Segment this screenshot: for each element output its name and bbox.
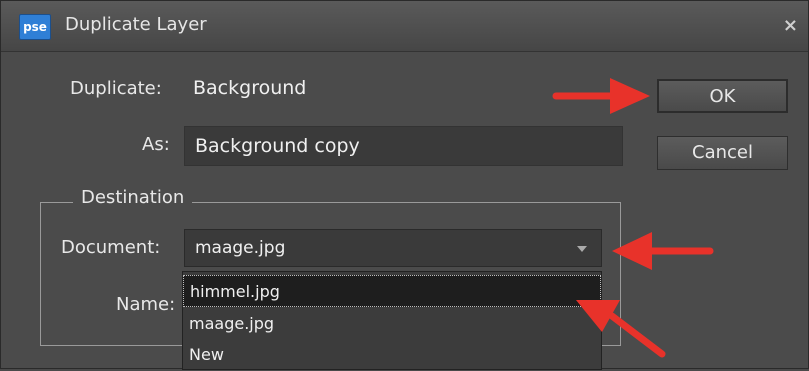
- duplicate-label: Duplicate:: [70, 78, 162, 99]
- dialog-title: Duplicate Layer: [65, 14, 207, 35]
- dropdown-option-himmel[interactable]: himmel.jpg: [183, 275, 601, 307]
- dropdown-option-new[interactable]: New: [183, 339, 601, 371]
- arrow-to-document-select-icon: [612, 232, 714, 270]
- document-selected-value: maage.jpg: [195, 238, 286, 258]
- title-bar: pse Duplicate Layer ×: [1, 1, 808, 52]
- as-field[interactable]: [184, 126, 623, 166]
- app-icon: pse: [19, 14, 51, 40]
- arrow-to-ok-icon: [552, 78, 650, 114]
- chevron-down-icon[interactable]: [577, 246, 587, 252]
- destination-legend: Destination: [73, 187, 193, 208]
- cancel-button[interactable]: Cancel: [657, 136, 788, 170]
- as-input[interactable]: [185, 127, 622, 165]
- document-select[interactable]: maage.jpg: [184, 229, 602, 267]
- close-icon[interactable]: ×: [783, 15, 798, 36]
- arrow-to-dropdown-icon: [576, 300, 666, 358]
- document-label: Document:: [61, 237, 161, 258]
- ok-button[interactable]: OK: [657, 79, 788, 113]
- dropdown-option-maage[interactable]: maage.jpg: [183, 308, 601, 340]
- as-label: As:: [142, 134, 170, 155]
- duplicate-value: Background: [193, 77, 307, 99]
- name-label: Name:: [116, 294, 176, 315]
- duplicate-layer-dialog: pse Duplicate Layer × Duplicate: Backgro…: [0, 0, 809, 370]
- document-dropdown-list: himmel.jpg maage.jpg New: [182, 271, 602, 370]
